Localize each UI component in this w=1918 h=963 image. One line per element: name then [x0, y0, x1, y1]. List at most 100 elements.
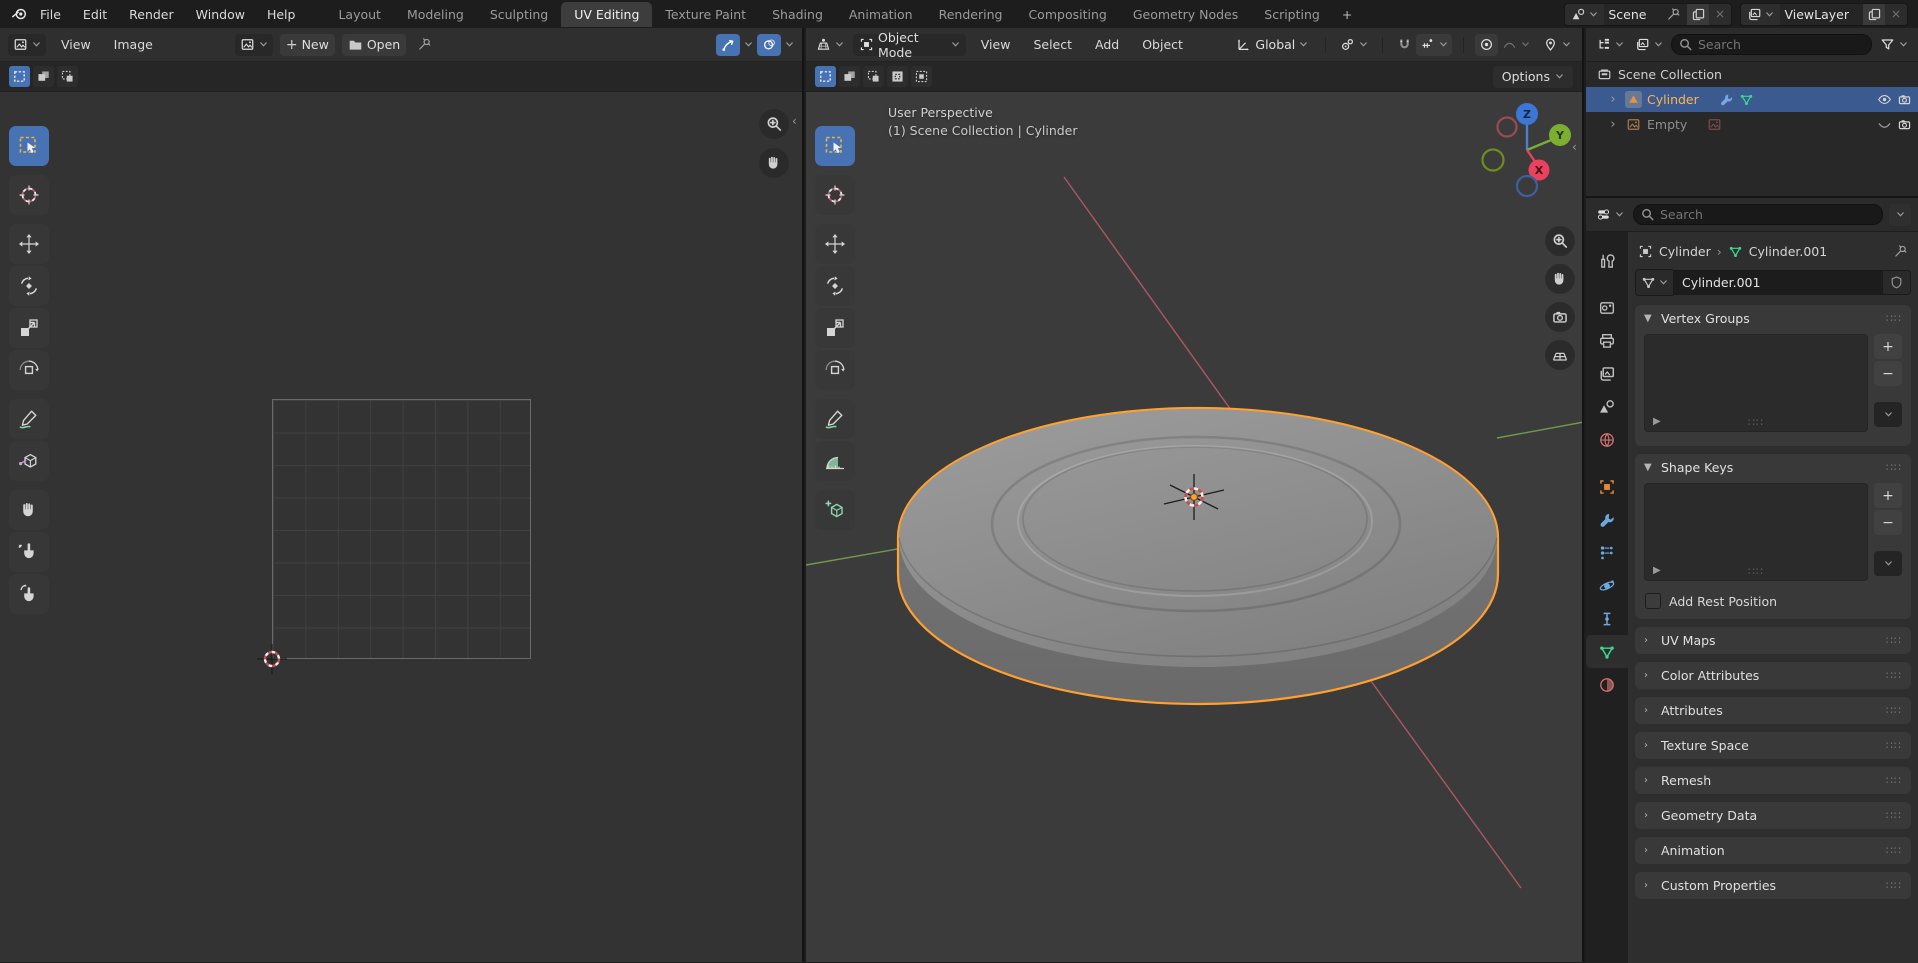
- outliner-filter-button[interactable]: [1877, 34, 1911, 56]
- uv-tool-zoom[interactable]: [9, 532, 49, 572]
- uv-pan-button[interactable]: [759, 148, 789, 178]
- hide-in-viewport-toggle[interactable]: [1877, 117, 1892, 132]
- vp-menu-object[interactable]: Object: [1134, 34, 1191, 55]
- uv-tool-scale[interactable]: [9, 308, 49, 348]
- vp-tool-annotate[interactable]: [815, 399, 855, 439]
- panel-grip-handle[interactable]: ∷∷: [1886, 844, 1902, 857]
- vp-tool-transform[interactable]: [815, 350, 855, 390]
- mesh-name-field[interactable]: [1673, 270, 1883, 295]
- menu-render[interactable]: Render: [119, 4, 184, 25]
- tab-data[interactable]: [1586, 635, 1628, 668]
- outliner-display-mode-button[interactable]: [1593, 34, 1627, 56]
- tab-view-layer[interactable]: [1586, 357, 1628, 390]
- tab-texture-paint[interactable]: Texture Paint: [652, 2, 759, 27]
- panel-grip-handle[interactable]: ∷∷: [1886, 704, 1902, 717]
- tab-material[interactable]: [1586, 668, 1628, 701]
- menu-file[interactable]: File: [30, 4, 71, 25]
- tab-geometry-nodes[interactable]: Geometry Nodes: [1120, 2, 1251, 27]
- scene-name[interactable]: Scene: [1604, 7, 1660, 22]
- view-layer-delete-button[interactable]: [1885, 4, 1907, 25]
- panel-grip-handle[interactable]: ∷∷: [1886, 634, 1902, 647]
- outliner-row-cylinder[interactable]: › Cylinder: [1586, 87, 1918, 112]
- panel-grip-handle[interactable]: ∷∷: [1886, 669, 1902, 682]
- uv-sidebar-collapse-arrow[interactable]: ‹: [792, 114, 797, 128]
- list-resize-handle[interactable]: ∷∷: [1748, 416, 1764, 429]
- tab-world[interactable]: [1586, 423, 1628, 456]
- vp-tool-add-cube[interactable]: [815, 490, 855, 530]
- viewport-editor-type-button[interactable]: [814, 34, 846, 56]
- tab-shading[interactable]: Shading: [759, 2, 836, 27]
- add-workspace-button[interactable]: +: [1333, 2, 1361, 27]
- select-mode-extend[interactable]: [33, 66, 54, 87]
- menu-help[interactable]: Help: [257, 4, 306, 25]
- select-mode-intersect[interactable]: [911, 66, 932, 87]
- tab-particles[interactable]: [1586, 536, 1628, 569]
- uv-gizmos-toggle[interactable]: [716, 34, 740, 56]
- uv-tool-rotate-view[interactable]: [9, 574, 49, 614]
- panel-header[interactable]: › Animation ∷∷: [1635, 837, 1911, 864]
- panel-header[interactable]: › Attributes ∷∷: [1635, 697, 1911, 724]
- uv-tool-annotate[interactable]: [9, 399, 49, 439]
- view-layer-new-button[interactable]: [1863, 4, 1885, 25]
- panel-header[interactable]: › Remesh ∷∷: [1635, 767, 1911, 794]
- tab-physics[interactable]: [1586, 569, 1628, 602]
- transform-orientation-selector[interactable]: Global: [1230, 34, 1314, 56]
- select-mode-extend[interactable]: [839, 66, 860, 87]
- disable-in-render-toggle[interactable]: [1897, 92, 1912, 107]
- uv-tool-rotate[interactable]: [9, 266, 49, 306]
- tab-animation[interactable]: Animation: [836, 2, 926, 27]
- tab-uv-editing[interactable]: UV Editing: [561, 2, 652, 27]
- vertex-group-remove-button[interactable]: −: [1874, 361, 1902, 386]
- disable-in-render-toggle[interactable]: [1897, 117, 1912, 132]
- panel-grip-handle[interactable]: ∷∷: [1886, 461, 1902, 474]
- panel-grip-handle[interactable]: ∷∷: [1886, 739, 1902, 752]
- breadcrumb-data[interactable]: Cylinder.001: [1749, 244, 1827, 259]
- vertex-groups-panel-header[interactable]: ▼ Vertex Groups ∷∷: [1635, 305, 1911, 332]
- snap-toggle[interactable]: [1394, 34, 1415, 56]
- outliner-search-input[interactable]: [1671, 34, 1872, 55]
- image-new-button[interactable]: + New: [280, 34, 335, 56]
- vp-zoom-button[interactable]: [1545, 226, 1575, 256]
- image-browse-button[interactable]: [235, 34, 273, 56]
- tab-layout[interactable]: Layout: [325, 2, 394, 27]
- tab-compositing[interactable]: Compositing: [1015, 2, 1119, 27]
- vp-camera-view-button[interactable]: [1545, 302, 1575, 332]
- vp-tool-select-box[interactable]: [815, 126, 855, 166]
- uv-tool-select-box[interactable]: [9, 126, 49, 166]
- shape-keys-panel-header[interactable]: ▼ Shape Keys ∷∷: [1635, 454, 1911, 481]
- uv-tool-pan[interactable]: [9, 490, 49, 530]
- tab-object[interactable]: [1586, 470, 1628, 503]
- uv-tool-measure[interactable]: [9, 441, 49, 481]
- tab-modifiers[interactable]: [1586, 503, 1628, 536]
- object-visibility-button[interactable]: [1540, 34, 1574, 56]
- pivot-point-selector[interactable]: [1337, 34, 1371, 56]
- navigation-gizmo[interactable]: Z Y X: [1474, 98, 1574, 198]
- menu-edit[interactable]: Edit: [73, 4, 117, 25]
- panel-grip-handle[interactable]: ∷∷: [1886, 312, 1902, 325]
- panel-grip-handle[interactable]: ∷∷: [1886, 809, 1902, 822]
- outliner-row-scene-collection[interactable]: Scene Collection: [1586, 62, 1918, 87]
- view-layer-name[interactable]: ViewLayer: [1780, 7, 1863, 22]
- uv-editor-type-button[interactable]: [8, 34, 46, 56]
- select-mode-subtract[interactable]: [57, 66, 78, 87]
- uv-zoom-button[interactable]: [759, 109, 789, 139]
- vp-tool-measure[interactable]: [815, 441, 855, 481]
- list-filter-toggle[interactable]: ▶: [1653, 565, 1661, 576]
- breadcrumb-pin-button[interactable]: [1893, 244, 1908, 259]
- menu-window[interactable]: Window: [186, 4, 255, 25]
- panel-grip-handle[interactable]: ∷∷: [1886, 774, 1902, 787]
- scene-pin-button[interactable]: [1660, 4, 1687, 25]
- vp-tool-move[interactable]: [815, 224, 855, 264]
- select-mode-invert[interactable]: [887, 66, 908, 87]
- shape-key-specials-button[interactable]: [1874, 551, 1902, 576]
- view-layer-browse-button[interactable]: [1741, 4, 1780, 25]
- snap-settings-button[interactable]: [1416, 34, 1452, 56]
- tab-output[interactable]: [1586, 324, 1628, 357]
- gizmo-axis-x-neg[interactable]: [1498, 118, 1517, 137]
- shape-key-remove-button[interactable]: −: [1874, 510, 1902, 535]
- image-pin-button[interactable]: [417, 37, 432, 52]
- vp-pan-button[interactable]: [1545, 264, 1575, 294]
- vp-menu-view[interactable]: View: [973, 34, 1019, 55]
- panel-grip-handle[interactable]: ∷∷: [1886, 879, 1902, 892]
- panel-header[interactable]: › Geometry Data ∷∷: [1635, 802, 1911, 829]
